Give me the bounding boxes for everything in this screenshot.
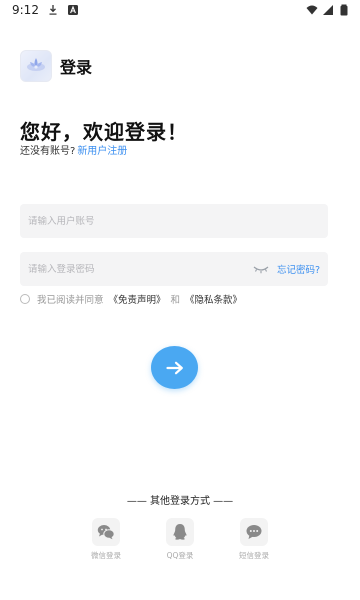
password-input[interactable] bbox=[28, 263, 253, 275]
wechat-login-button[interactable]: 微信登录 bbox=[71, 518, 141, 561]
other-login-title: —— 其他登录方式 —— bbox=[126, 496, 234, 507]
login-submit-button[interactable] bbox=[151, 346, 198, 389]
header-title: 登录 bbox=[60, 58, 93, 77]
register-line: 还没有账号? 新用户注册 bbox=[20, 142, 127, 157]
arrow-right-icon bbox=[165, 361, 183, 374]
status-left: 9:12 bbox=[12, 3, 79, 17]
disclaimer-link[interactable]: 《免责声明》 bbox=[109, 292, 166, 306]
wifi-icon bbox=[306, 5, 318, 15]
password-field[interactable]: 忘记密码? bbox=[20, 252, 328, 286]
agreement-row: 我已阅读并同意 《免责声明》 和 《隐私条款》 bbox=[20, 292, 242, 306]
wechat-icon bbox=[97, 525, 115, 540]
status-bar: 9:12 bbox=[0, 0, 360, 20]
wechat-login-label: 微信登录 bbox=[91, 551, 121, 560]
notification-a-icon bbox=[67, 5, 78, 15]
qq-login-label: QQ登录 bbox=[166, 551, 194, 560]
download-icon bbox=[49, 5, 57, 15]
no-account-text: 还没有账号? bbox=[20, 146, 76, 157]
qq-icon bbox=[173, 524, 187, 540]
battery-icon bbox=[340, 4, 348, 16]
cellular-signal-icon bbox=[323, 5, 333, 15]
status-right bbox=[306, 4, 350, 16]
account-input[interactable] bbox=[28, 215, 320, 227]
qq-login-button[interactable]: QQ登录 bbox=[145, 518, 215, 561]
agree-radio[interactable] bbox=[20, 294, 30, 304]
app-header: 登录 bbox=[20, 50, 92, 82]
other-login-methods: 微信登录 QQ登录 短信登录 bbox=[0, 518, 360, 561]
flower-logo-icon bbox=[27, 58, 45, 71]
register-link[interactable]: 新用户注册 bbox=[77, 142, 127, 157]
forgot-password-link[interactable]: 忘记密码? bbox=[277, 262, 320, 276]
status-time: 9:12 bbox=[12, 3, 39, 17]
privacy-link[interactable]: 《隐私条款》 bbox=[185, 292, 242, 306]
eye-closed-icon[interactable] bbox=[253, 264, 269, 274]
sms-login-button[interactable]: 短信登录 bbox=[219, 518, 289, 561]
password-tools: 忘记密码? bbox=[253, 262, 320, 276]
account-field[interactable] bbox=[20, 204, 328, 238]
sms-icon bbox=[246, 525, 262, 539]
welcome-title: 您好，欢迎登录！ bbox=[20, 120, 188, 144]
wechat-icon-box bbox=[92, 518, 120, 546]
sms-icon-box bbox=[240, 518, 268, 546]
agreement-prefix: 我已阅读并同意 bbox=[37, 295, 104, 306]
app-logo bbox=[20, 50, 52, 82]
qq-icon-box bbox=[166, 518, 194, 546]
agreement-and: 和 bbox=[170, 295, 181, 306]
sms-login-label: 短信登录 bbox=[239, 551, 269, 560]
